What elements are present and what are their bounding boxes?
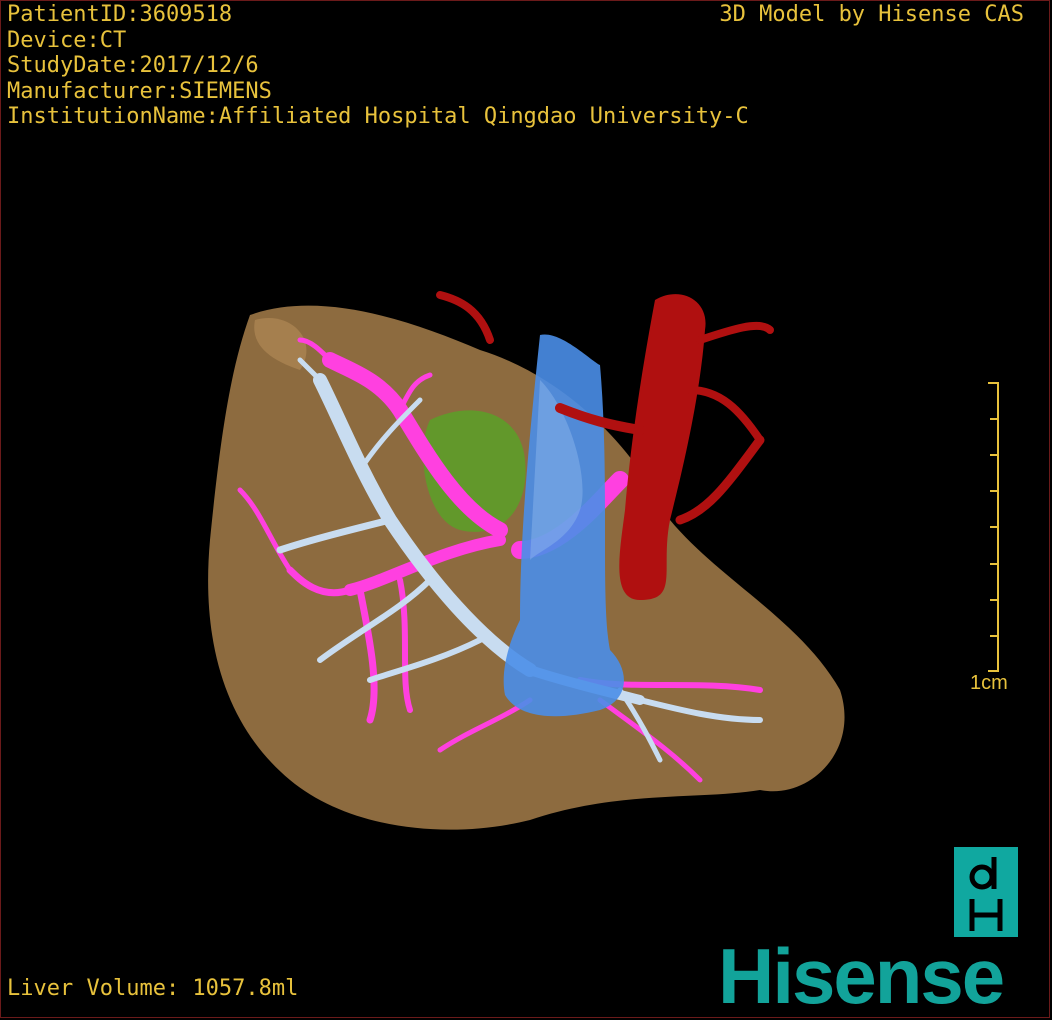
hisense-logo-mark <box>954 847 1018 937</box>
hisense-logo-text: Hisense <box>718 932 1005 1020</box>
scale-bar <box>988 382 999 672</box>
institution-name: InstitutionName:Affiliated Hospital Qing… <box>7 104 749 129</box>
3d-model-viewport[interactable] <box>200 280 860 840</box>
model-caption: 3D Model by Hisense CAS <box>719 2 1024 27</box>
scale-label: 1cm <box>970 672 1008 694</box>
device: Device:CT <box>7 27 127 53</box>
study-date: StudyDate:2017/12/6 <box>7 53 259 78</box>
patient-id: PatientID:3609518 <box>7 2 233 27</box>
patient-info-overlay: PatientID:3609518 Device:CT StudyDate:20… <box>7 2 749 130</box>
liver-volume: Liver Volume: 1057.8ml <box>7 976 299 1001</box>
manufacturer: Manufacturer:SIEMENS <box>7 78 272 104</box>
